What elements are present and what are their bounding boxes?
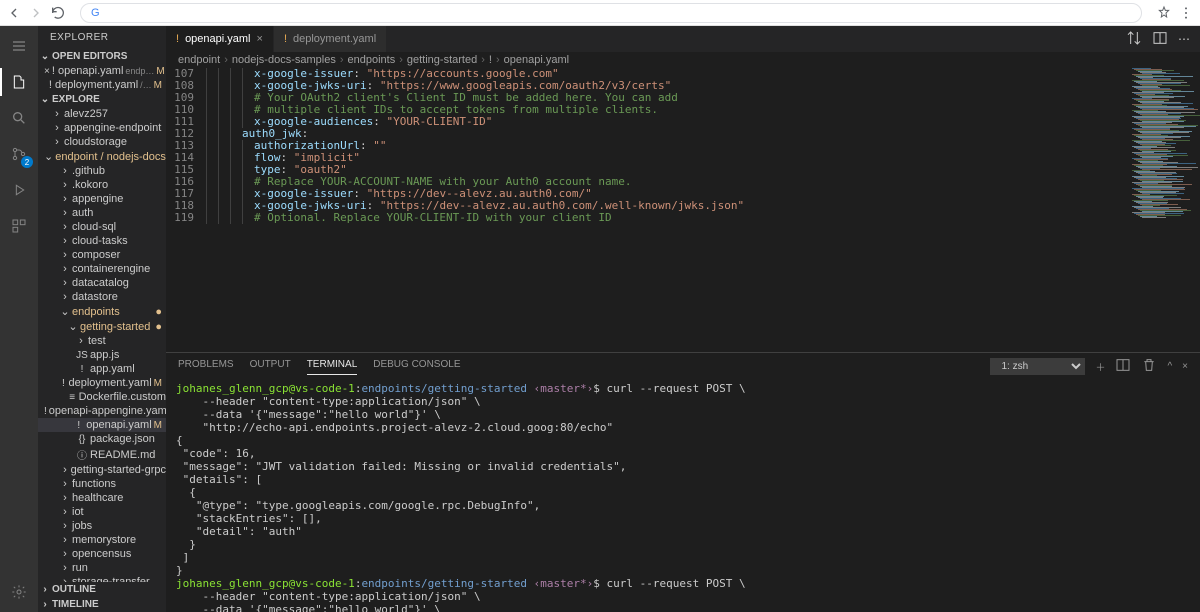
tree-item[interactable]: ›memorystore — [38, 533, 166, 547]
minimap[interactable] — [1128, 68, 1200, 352]
timeline-header[interactable]: ›TIMELINE — [38, 597, 166, 612]
sidebar-title: EXPLORER — [38, 26, 166, 49]
tree-item[interactable]: ⓘREADME.md — [38, 446, 166, 463]
maximize-icon[interactable]: ^ — [1167, 361, 1172, 372]
scm-badge: 2 — [21, 156, 33, 168]
tree-item[interactable]: !app.yaml — [38, 362, 166, 376]
panel-tab[interactable]: TERMINAL — [307, 359, 358, 375]
panel-tab[interactable]: PROBLEMS — [178, 359, 234, 374]
tree-item[interactable]: ›datastore — [38, 290, 166, 304]
tree-item[interactable]: ›containerengine — [38, 262, 166, 276]
panel-tab[interactable]: OUTPUT — [250, 359, 291, 374]
close-icon[interactable]: × — [257, 33, 263, 45]
menu-icon[interactable] — [1178, 5, 1194, 21]
tree-item[interactable]: !openapi-appengine.yaml — [38, 404, 166, 418]
tabs-bar: !openapi.yaml×!deployment.yaml ⋯ — [166, 26, 1200, 52]
activity-bar: 2 — [0, 26, 38, 612]
terminal[interactable]: johanes_glenn_gcp@vs-code-1:endpoints/ge… — [166, 376, 1200, 612]
more-icon[interactable]: ⋯ — [1178, 32, 1190, 46]
tree-item[interactable]: ›datacatalog — [38, 276, 166, 290]
tree-item[interactable]: ›appengine-endpoint — [38, 121, 166, 135]
kill-terminal-icon[interactable] — [1141, 357, 1157, 376]
back-button[interactable] — [6, 5, 22, 21]
tree-item[interactable]: ›jobs — [38, 519, 166, 533]
browser-toolbar: G — [0, 0, 1200, 26]
tree-item[interactable]: ›iot — [38, 505, 166, 519]
panel-tabs: PROBLEMS OUTPUT TERMINAL DEBUG CONSOLE 1: z… — [166, 353, 1200, 376]
omnibox[interactable]: G — [80, 3, 1142, 23]
search-icon[interactable] — [5, 104, 33, 132]
debug-icon[interactable] — [5, 176, 33, 204]
split-terminal-icon[interactable] — [1115, 357, 1131, 376]
tree-item[interactable]: ›healthcare — [38, 491, 166, 505]
tree-item[interactable]: ›test — [38, 334, 166, 348]
close-panel-icon[interactable]: × — [1182, 361, 1188, 372]
tree-item[interactable]: ⌄endpoint / nodejs-docs-…● — [38, 149, 166, 164]
reload-button[interactable] — [50, 5, 66, 21]
panel: PROBLEMS OUTPUT TERMINAL DEBUG CONSOLE 1: z… — [166, 352, 1200, 612]
tree-item[interactable]: ›run — [38, 561, 166, 575]
open-editor-item[interactable]: ! deployment.yaml /…M — [38, 78, 166, 92]
tree-item[interactable]: {}package.json — [38, 432, 166, 446]
tree-item[interactable]: !deployment.yamlM — [38, 376, 166, 390]
tree-item[interactable]: ›functions — [38, 477, 166, 491]
compare-icon[interactable] — [1126, 30, 1142, 49]
tree-item[interactable]: ≡Dockerfile.custom — [38, 390, 166, 404]
new-terminal-icon[interactable]: ＋ — [1095, 359, 1105, 374]
tree-item[interactable]: ›alevz257 — [38, 107, 166, 121]
extensions-activity-icon[interactable] — [5, 212, 33, 240]
tree-item[interactable]: ›cloud-tasks — [38, 234, 166, 248]
tree-item[interactable]: ›.kokoro — [38, 178, 166, 192]
outline-header[interactable]: ›OUTLINE — [38, 582, 166, 597]
settings-gear-icon[interactable] — [5, 578, 33, 606]
tree-item[interactable]: ›.github — [38, 164, 166, 178]
tree-item[interactable]: ›getting-started-grpc — [38, 463, 166, 477]
breadcrumb[interactable]: endpoint›nodejs-docs-samples›endpoints›g… — [166, 52, 1200, 68]
tree-item[interactable]: ›composer — [38, 248, 166, 262]
tree-item[interactable]: ›opencensus — [38, 547, 166, 561]
menu-toggle-icon[interactable] — [5, 32, 33, 60]
tree-item[interactable]: ›storage-transfer — [38, 575, 166, 582]
explorer-icon[interactable] — [5, 68, 33, 96]
terminal-select[interactable]: 1: zsh — [990, 358, 1085, 375]
extensions-icon[interactable] — [1156, 5, 1172, 21]
tree-item[interactable]: !openapi.yamlM — [38, 418, 166, 432]
scm-icon[interactable]: 2 — [5, 140, 33, 168]
tree-item[interactable]: ›cloudstorage — [38, 135, 166, 149]
open-editor-item[interactable]: ×! openapi.yaml endp…M — [38, 64, 166, 78]
forward-button[interactable] — [28, 5, 44, 21]
tree-item[interactable]: ⌄endpoints● — [38, 304, 166, 319]
panel-tab[interactable]: DEBUG CONSOLE — [373, 359, 460, 374]
editor-group: !openapi.yaml×!deployment.yaml ⋯ endpoin… — [166, 26, 1200, 612]
explore-header[interactable]: ⌄EXPLORE — [38, 92, 166, 107]
open-editors-header[interactable]: ⌄OPEN EDITORS — [38, 49, 166, 64]
tab[interactable]: !deployment.yaml — [274, 26, 387, 52]
code-editor[interactable]: 107x-google-issuer: "https://accounts.go… — [166, 68, 1128, 352]
tree-item[interactable]: ›cloud-sql — [38, 220, 166, 234]
tree-item[interactable]: ⌄getting-started● — [38, 319, 166, 334]
tree-item[interactable]: ›auth — [38, 206, 166, 220]
split-icon[interactable] — [1152, 30, 1168, 49]
tree-item[interactable]: JSapp.js — [38, 348, 166, 362]
tab[interactable]: !openapi.yaml× — [166, 26, 274, 52]
tree-item[interactable]: ›appengine — [38, 192, 166, 206]
sidebar: EXPLORER ⌄OPEN EDITORS ×! openapi.yaml e… — [38, 26, 166, 612]
